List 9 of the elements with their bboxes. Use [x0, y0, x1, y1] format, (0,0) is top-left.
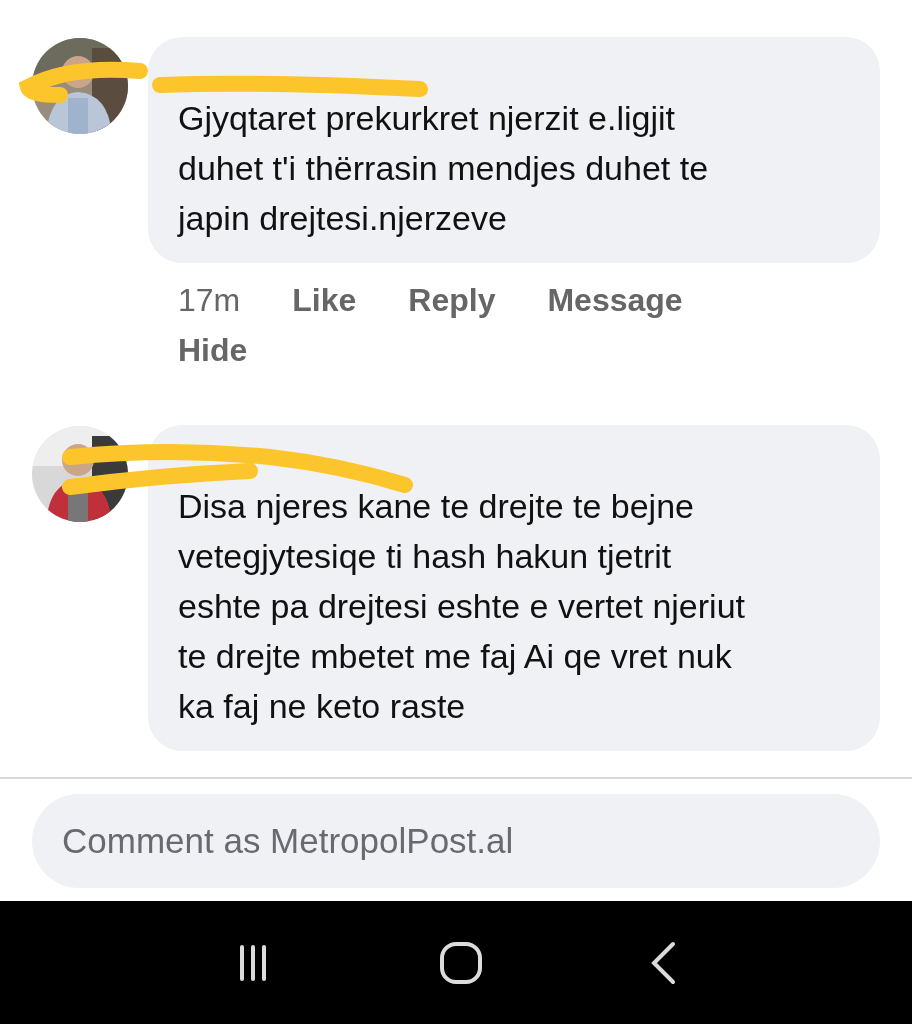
comment-action-link[interactable]: Message: [547, 279, 683, 321]
comment-time: 17m: [178, 281, 241, 320]
comment-action-link[interactable]: Hide: [178, 329, 248, 371]
comment-input[interactable]: Comment as MetropolPost.al: [32, 794, 880, 888]
home-icon[interactable]: [439, 940, 483, 985]
comment-action-link[interactable]: Reply: [408, 279, 496, 321]
comment-text: Gjyqtaret prekurkret njerzit e.ligjit duhet t'i thërrasin mendjes duhet te japin drejtesi.njerzeve: [178, 98, 710, 239]
comment-text: Disa njeres kane te drejte te bejne vetegjytesiqe ti hash hakun tjetrit eshte pa drejtesi eshte e vertet njeriut te drejte mbetet me faj Ai qe vret nuk ka faj ne keto raste: [178, 486, 746, 727]
comment-action-link[interactable]: Like: [292, 279, 357, 321]
